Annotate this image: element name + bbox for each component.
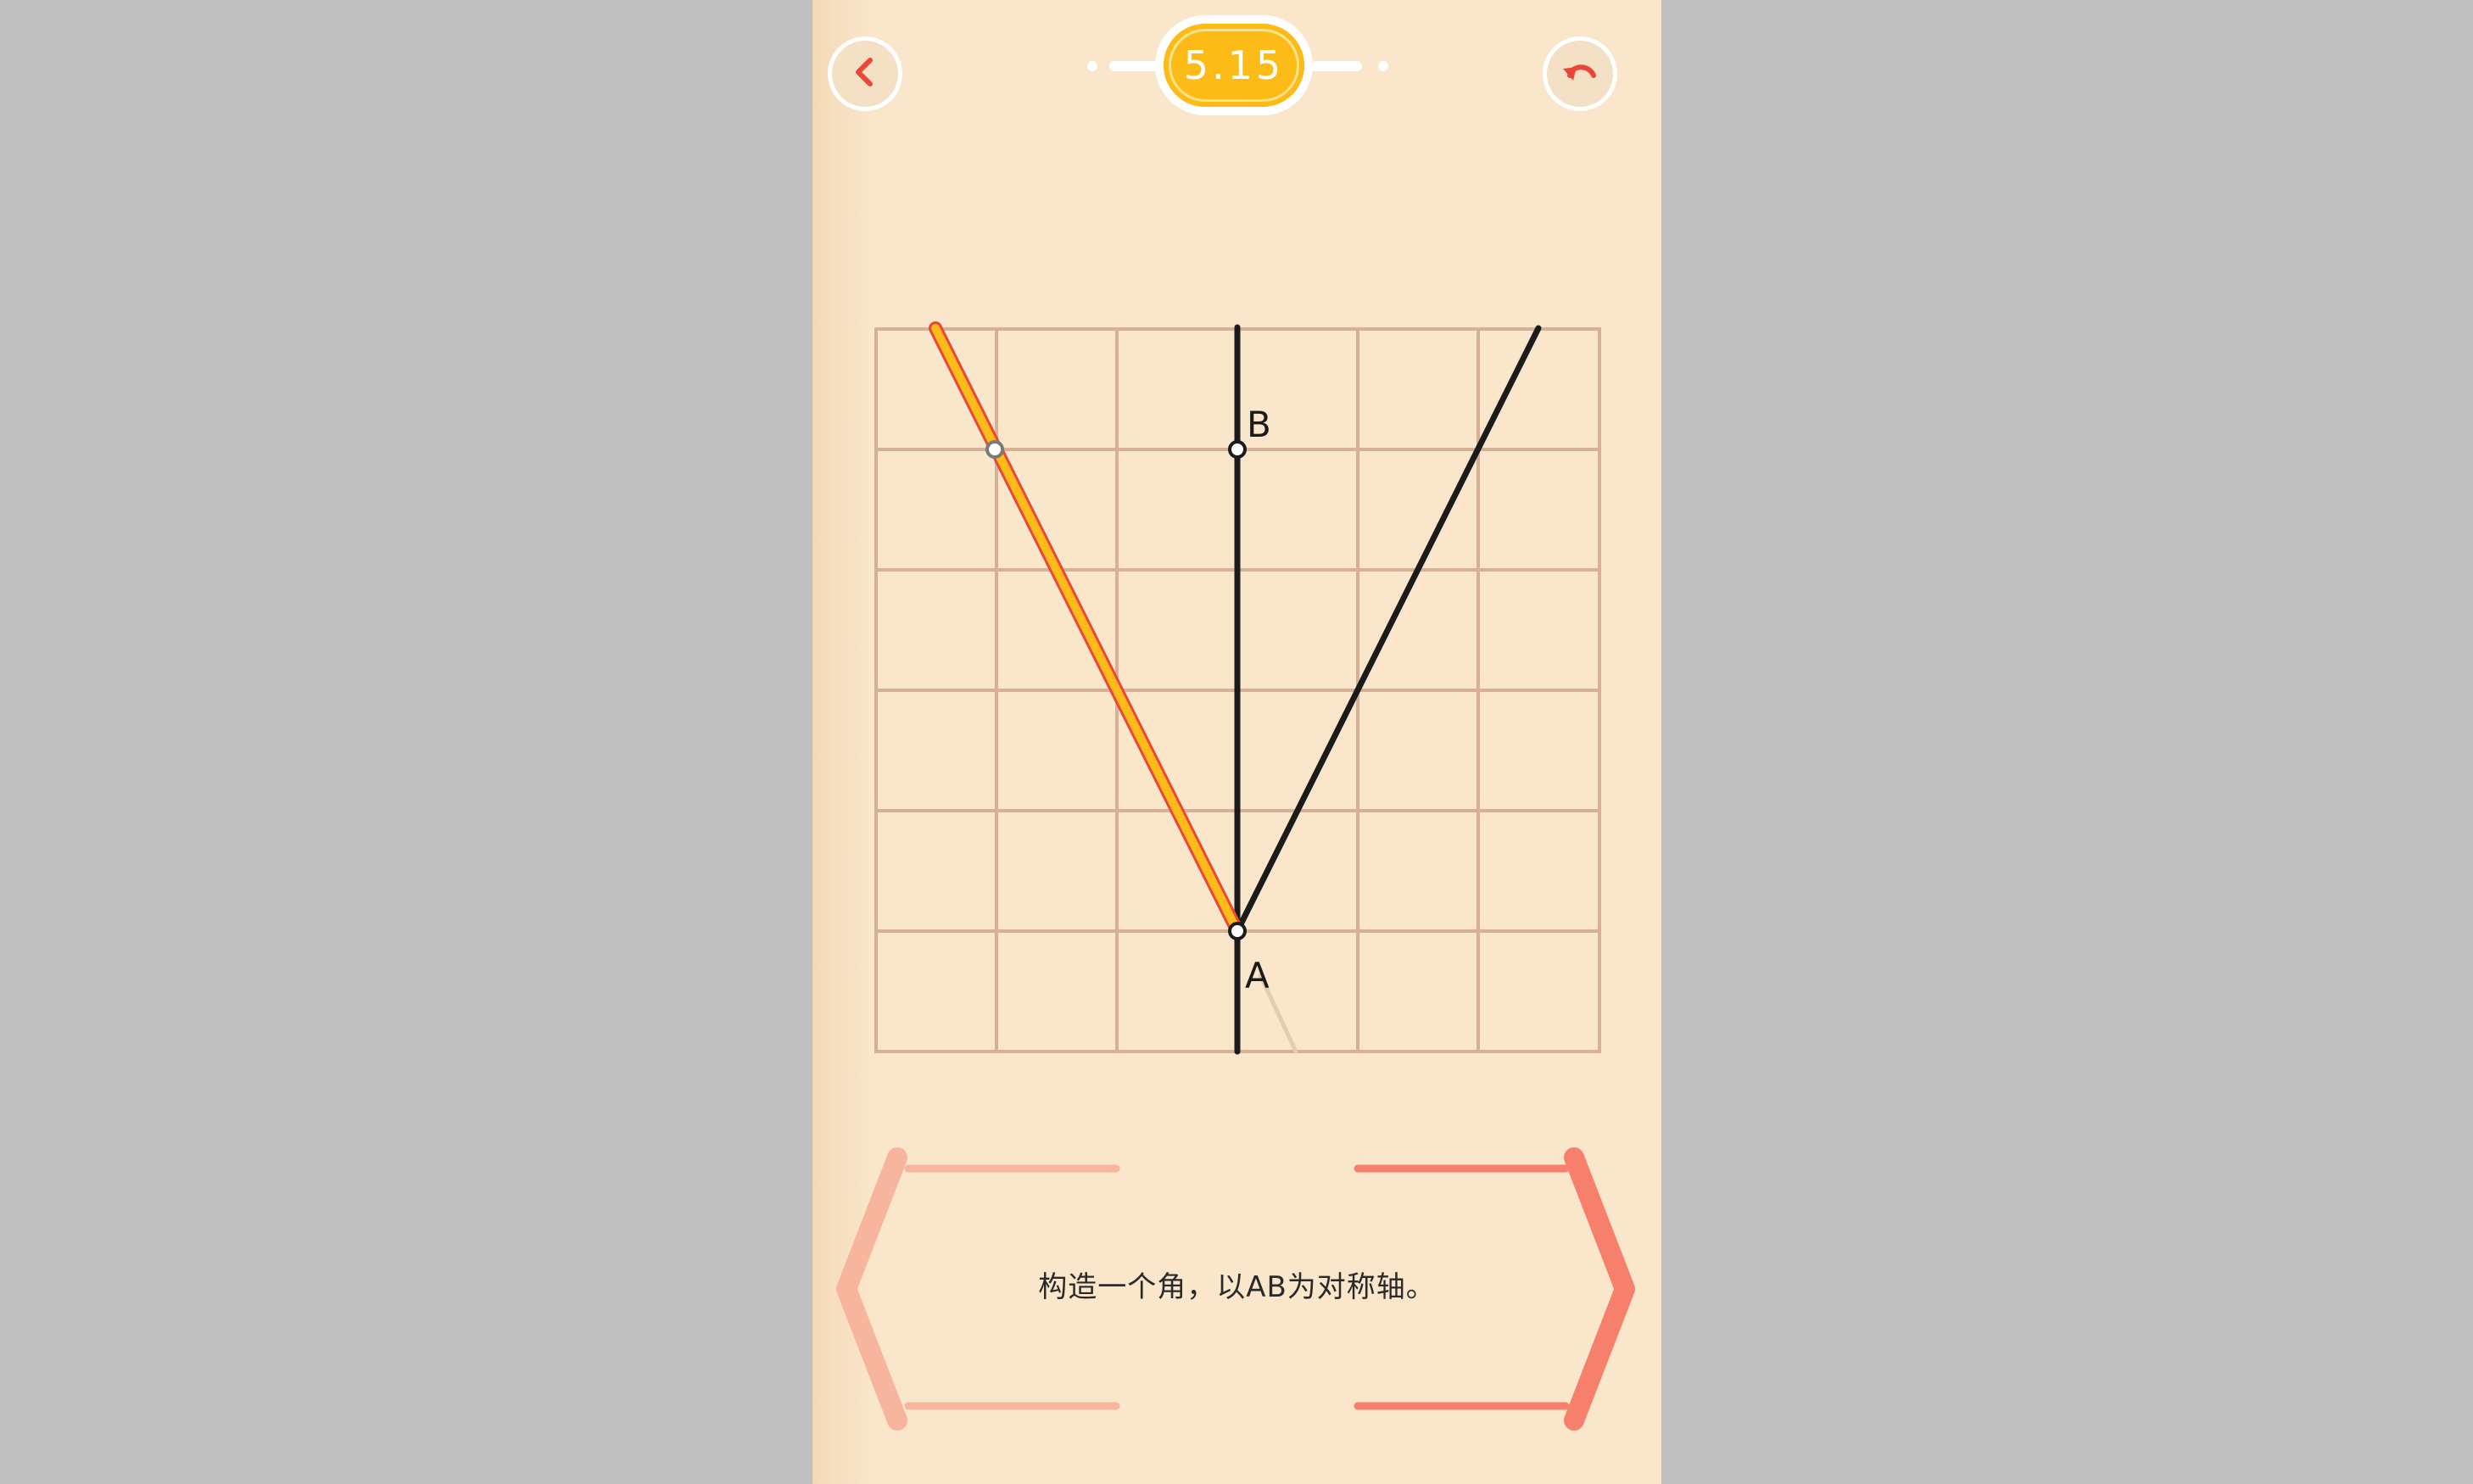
right-ray <box>1234 325 1542 934</box>
point-a[interactable] <box>1228 922 1247 940</box>
label-a: A <box>1245 955 1270 996</box>
point-b[interactable] <box>1228 440 1247 459</box>
instruction-text: 构造一个角，以AB为对称轴。 <box>1038 1270 1436 1304</box>
game-screen: 5.15 B A 构造一个角，以AB为对称轴。 <box>812 0 1661 1484</box>
grid-point-handle[interactable] <box>985 440 1004 459</box>
puzzle-board[interactable]: B A <box>812 0 1661 1484</box>
label-b: B <box>1247 404 1271 445</box>
active-line[interactable] <box>929 321 1244 938</box>
